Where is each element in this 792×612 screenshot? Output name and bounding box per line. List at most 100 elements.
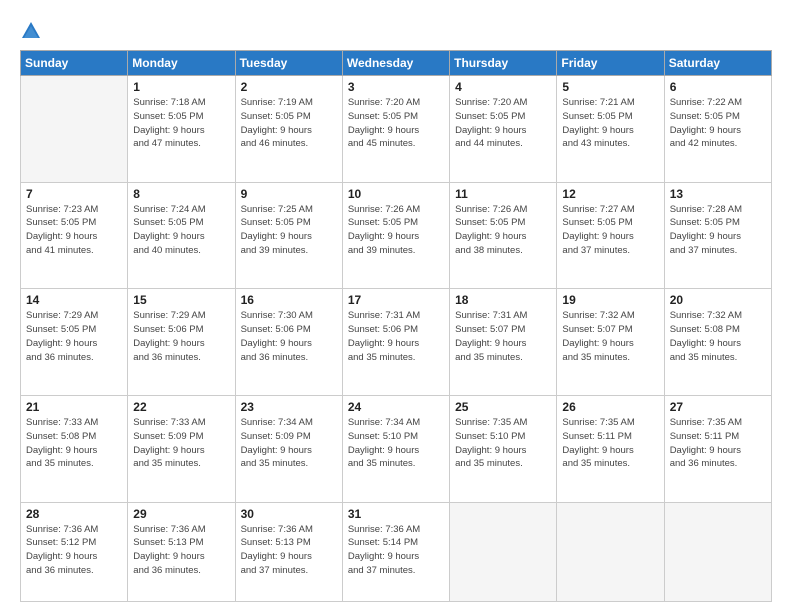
- calendar-cell: 9 Sunrise: 7:25 AMSunset: 5:05 PMDaylight…: [235, 182, 342, 289]
- calendar-cell: 1 Sunrise: 7:18 AMSunset: 5:05 PMDaylight…: [128, 76, 235, 183]
- day-info: Sunrise: 7:24 AMSunset: 5:05 PMDaylight:…: [133, 203, 229, 258]
- header-day-saturday: Saturday: [664, 51, 771, 76]
- day-number: 2: [241, 80, 337, 94]
- day-info: Sunrise: 7:27 AMSunset: 5:05 PMDaylight:…: [562, 203, 658, 258]
- day-number: 23: [241, 400, 337, 414]
- calendar-cell: 16 Sunrise: 7:30 AMSunset: 5:06 PMDayligh…: [235, 289, 342, 396]
- header-day-friday: Friday: [557, 51, 664, 76]
- calendar-cell: 24Sunrise: 7:34 AMSunset: 5:10 PMDayligh…: [342, 396, 449, 503]
- day-info: Sunrise: 7:25 AMSunset: 5:05 PMDaylight:…: [241, 203, 337, 258]
- header-day-monday: Monday: [128, 51, 235, 76]
- day-number: 16: [241, 293, 337, 307]
- calendar-cell: 13 Sunrise: 7:28 AMSunset: 5:05 PMDayligh…: [664, 182, 771, 289]
- calendar-cell: [557, 502, 664, 601]
- day-number: 15: [133, 293, 229, 307]
- day-number: 12: [562, 187, 658, 201]
- calendar-cell: 12 Sunrise: 7:27 AMSunset: 5:05 PMDayligh…: [557, 182, 664, 289]
- calendar-cell: [450, 502, 557, 601]
- day-number: 24: [348, 400, 444, 414]
- header-row: SundayMondayTuesdayWednesdayThursdayFrid…: [21, 51, 772, 76]
- day-info: Sunrise: 7:22 AMSunset: 5:05 PMDaylight:…: [670, 96, 766, 151]
- calendar-cell: 6 Sunrise: 7:22 AMSunset: 5:05 PMDaylight…: [664, 76, 771, 183]
- day-info: Sunrise: 7:31 AMSunset: 5:07 PMDaylight:…: [455, 309, 551, 364]
- day-number: 27: [670, 400, 766, 414]
- calendar-cell: 14Sunrise: 7:29 AMSunset: 5:05 PMDayligh…: [21, 289, 128, 396]
- day-number: 14: [26, 293, 122, 307]
- day-number: 31: [348, 507, 444, 521]
- calendar-cell: 17 Sunrise: 7:31 AMSunset: 5:06 PMDayligh…: [342, 289, 449, 396]
- day-number: 30: [241, 507, 337, 521]
- calendar-cell: 4Sunrise: 7:20 AMSunset: 5:05 PMDaylight…: [450, 76, 557, 183]
- calendar-cell: 2 Sunrise: 7:19 AMSunset: 5:05 PMDaylight…: [235, 76, 342, 183]
- week-row-3: 14Sunrise: 7:29 AMSunset: 5:05 PMDayligh…: [21, 289, 772, 396]
- header-day-tuesday: Tuesday: [235, 51, 342, 76]
- day-number: 8: [133, 187, 229, 201]
- calendar-cell: 15 Sunrise: 7:29 AMSunset: 5:06 PMDayligh…: [128, 289, 235, 396]
- day-number: 22: [133, 400, 229, 414]
- day-number: 11: [455, 187, 551, 201]
- day-info: Sunrise: 7:20 AMSunset: 5:05 PMDaylight:…: [455, 96, 551, 151]
- day-number: 26: [562, 400, 658, 414]
- day-info: Sunrise: 7:29 AMSunset: 5:06 PMDaylight:…: [133, 309, 229, 364]
- day-number: 17: [348, 293, 444, 307]
- day-number: 21: [26, 400, 122, 414]
- calendar-cell: 29Sunrise: 7:36 AMSunset: 5:13 PMDayligh…: [128, 502, 235, 601]
- calendar-cell: 31 Sunrise: 7:36 AMSunset: 5:14 PMDayligh…: [342, 502, 449, 601]
- calendar-cell: 26 Sunrise: 7:35 AMSunset: 5:11 PMDayligh…: [557, 396, 664, 503]
- calendar-cell: 21 Sunrise: 7:33 AMSunset: 5:08 PMDayligh…: [21, 396, 128, 503]
- day-info: Sunrise: 7:35 AMSunset: 5:11 PMDaylight:…: [562, 416, 658, 471]
- calendar-cell: 23 Sunrise: 7:34 AMSunset: 5:09 PMDayligh…: [235, 396, 342, 503]
- day-number: 18: [455, 293, 551, 307]
- day-info: Sunrise: 7:20 AMSunset: 5:05 PMDaylight:…: [348, 96, 444, 151]
- day-number: 5: [562, 80, 658, 94]
- day-info: Sunrise: 7:28 AMSunset: 5:05 PMDaylight:…: [670, 203, 766, 258]
- day-info: Sunrise: 7:18 AMSunset: 5:05 PMDaylight:…: [133, 96, 229, 151]
- day-number: 7: [26, 187, 122, 201]
- day-number: 25: [455, 400, 551, 414]
- day-info: Sunrise: 7:23 AMSunset: 5:05 PMDaylight:…: [26, 203, 122, 258]
- calendar-cell: 5 Sunrise: 7:21 AMSunset: 5:05 PMDaylight…: [557, 76, 664, 183]
- calendar-table: SundayMondayTuesdayWednesdayThursdayFrid…: [20, 50, 772, 602]
- week-row-1: 1 Sunrise: 7:18 AMSunset: 5:05 PMDaylight…: [21, 76, 772, 183]
- day-number: 10: [348, 187, 444, 201]
- calendar-cell: 18 Sunrise: 7:31 AMSunset: 5:07 PMDayligh…: [450, 289, 557, 396]
- day-info: Sunrise: 7:33 AMSunset: 5:08 PMDaylight:…: [26, 416, 122, 471]
- day-info: Sunrise: 7:19 AMSunset: 5:05 PMDaylight:…: [241, 96, 337, 151]
- day-info: Sunrise: 7:32 AMSunset: 5:08 PMDaylight:…: [670, 309, 766, 364]
- calendar-cell: 8 Sunrise: 7:24 AMSunset: 5:05 PMDaylight…: [128, 182, 235, 289]
- day-info: Sunrise: 7:26 AMSunset: 5:05 PMDaylight:…: [348, 203, 444, 258]
- day-number: 19: [562, 293, 658, 307]
- calendar-cell: 19 Sunrise: 7:32 AMSunset: 5:07 PMDayligh…: [557, 289, 664, 396]
- header: [20, 16, 772, 42]
- day-info: Sunrise: 7:34 AMSunset: 5:09 PMDaylight:…: [241, 416, 337, 471]
- day-info: Sunrise: 7:31 AMSunset: 5:06 PMDaylight:…: [348, 309, 444, 364]
- calendar-cell: 25Sunrise: 7:35 AMSunset: 5:10 PMDayligh…: [450, 396, 557, 503]
- day-number: 3: [348, 80, 444, 94]
- header-day-sunday: Sunday: [21, 51, 128, 76]
- calendar-cell: [21, 76, 128, 183]
- calendar-cell: 11Sunrise: 7:26 AMSunset: 5:05 PMDayligh…: [450, 182, 557, 289]
- day-info: Sunrise: 7:21 AMSunset: 5:05 PMDaylight:…: [562, 96, 658, 151]
- calendar-cell: 7 Sunrise: 7:23 AMSunset: 5:05 PMDaylight…: [21, 182, 128, 289]
- day-info: Sunrise: 7:30 AMSunset: 5:06 PMDaylight:…: [241, 309, 337, 364]
- calendar-cell: 27Sunrise: 7:35 AMSunset: 5:11 PMDayligh…: [664, 396, 771, 503]
- header-day-thursday: Thursday: [450, 51, 557, 76]
- calendar-cell: 22Sunrise: 7:33 AMSunset: 5:09 PMDayligh…: [128, 396, 235, 503]
- page: SundayMondayTuesdayWednesdayThursdayFrid…: [0, 0, 792, 612]
- day-number: 20: [670, 293, 766, 307]
- header-day-wednesday: Wednesday: [342, 51, 449, 76]
- day-info: Sunrise: 7:32 AMSunset: 5:07 PMDaylight:…: [562, 309, 658, 364]
- day-info: Sunrise: 7:36 AMSunset: 5:12 PMDaylight:…: [26, 523, 122, 578]
- day-number: 28: [26, 507, 122, 521]
- day-number: 13: [670, 187, 766, 201]
- day-info: Sunrise: 7:36 AMSunset: 5:14 PMDaylight:…: [348, 523, 444, 578]
- logo-icon: [20, 20, 42, 42]
- day-number: 9: [241, 187, 337, 201]
- week-row-4: 21 Sunrise: 7:33 AMSunset: 5:08 PMDayligh…: [21, 396, 772, 503]
- calendar-cell: 28 Sunrise: 7:36 AMSunset: 5:12 PMDayligh…: [21, 502, 128, 601]
- day-number: 6: [670, 80, 766, 94]
- day-number: 29: [133, 507, 229, 521]
- week-row-5: 28 Sunrise: 7:36 AMSunset: 5:12 PMDayligh…: [21, 502, 772, 601]
- day-number: 1: [133, 80, 229, 94]
- calendar-cell: 30Sunrise: 7:36 AMSunset: 5:13 PMDayligh…: [235, 502, 342, 601]
